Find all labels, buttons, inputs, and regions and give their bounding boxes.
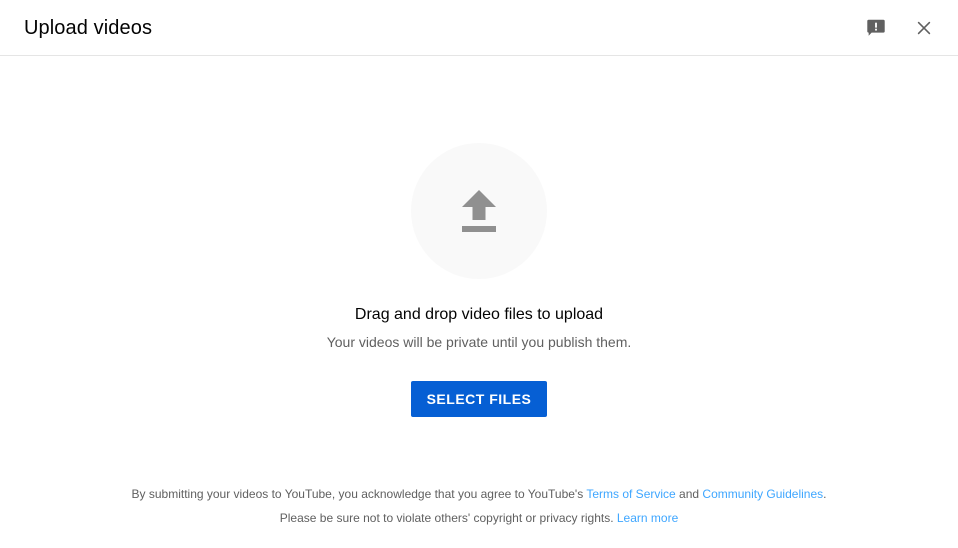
dialog-body: Drag and drop video files to upload Your… [0, 56, 958, 548]
terms-of-service-link[interactable]: Terms of Service [586, 487, 675, 501]
select-files-button[interactable]: SELECT FILES [410, 381, 548, 417]
close-button[interactable] [904, 8, 944, 48]
video-dropzone[interactable]: Drag and drop video files to upload Your… [0, 56, 958, 460]
upload-videos-dialog: Upload videos Drag and drop video files … [0, 0, 958, 548]
send-feedback-icon [865, 17, 887, 39]
legal-text-3: . [823, 487, 827, 501]
dropzone-subtext: Your videos will be private until you pu… [326, 334, 632, 350]
legal-footer: By submitting your videos to YouTube, yo… [0, 482, 958, 530]
send-feedback-button[interactable] [856, 8, 896, 48]
legal-line-terms: By submitting your videos to YouTube, yo… [24, 482, 934, 506]
legal-text-1: By submitting your videos to YouTube, yo… [131, 487, 587, 501]
upload-icon-circle [411, 143, 547, 279]
page-title: Upload videos [24, 16, 153, 39]
dropzone-headline: Drag and drop video files to upload [354, 306, 604, 323]
legal-text-2: and [675, 487, 703, 501]
learn-more-link[interactable]: Learn more [617, 511, 678, 525]
dialog-header: Upload videos [0, 0, 958, 56]
legal-line-copyright: Please be sure not to violate others' co… [24, 506, 934, 530]
community-guidelines-link[interactable]: Community Guidelines [702, 487, 823, 501]
close-icon [914, 18, 934, 38]
upload-arrow-icon [447, 179, 511, 243]
legal-text-4: Please be sure not to violate others' co… [279, 511, 617, 525]
header-actions [856, 8, 944, 48]
